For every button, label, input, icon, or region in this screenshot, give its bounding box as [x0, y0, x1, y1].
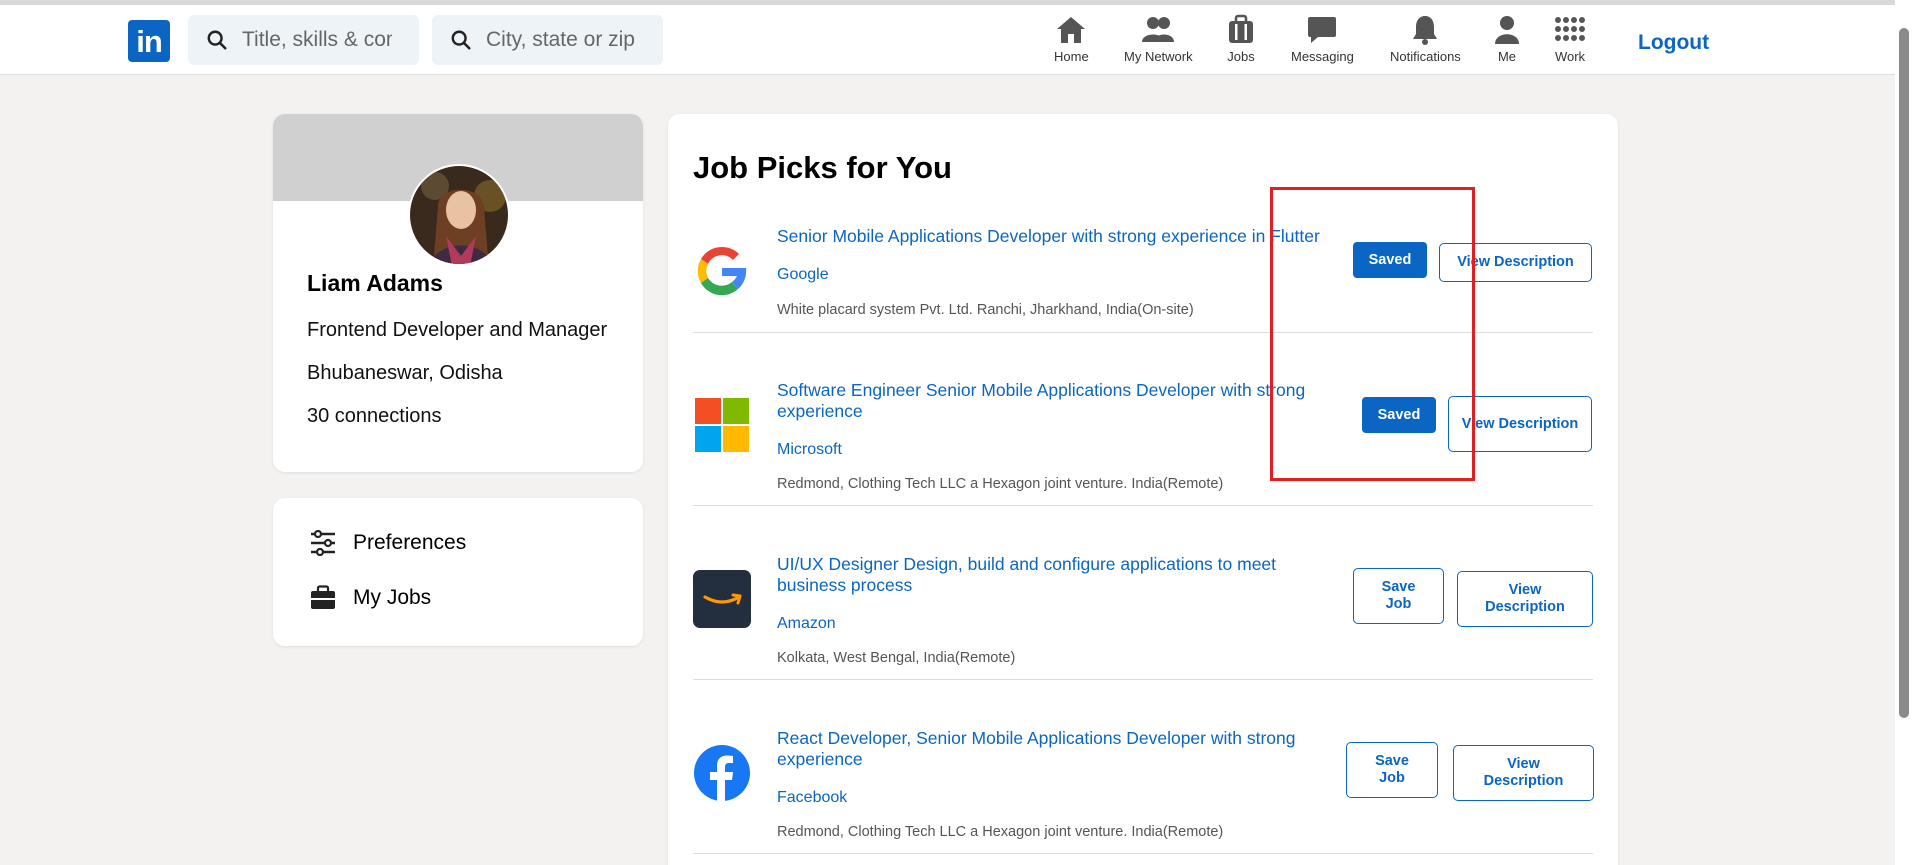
avatar[interactable]	[408, 164, 510, 266]
menu-item-preferences[interactable]: Preferences	[309, 530, 466, 556]
amazon-logo-icon[interactable]	[693, 570, 751, 628]
side-menu-card: Preferences My Jobs	[273, 498, 643, 646]
nav-work-label: Work	[1554, 49, 1586, 64]
job-title-link[interactable]: Software Engineer Senior Mobile Applicat…	[777, 380, 1337, 422]
microsoft-logo-icon[interactable]	[693, 396, 751, 454]
job-title-link[interactable]: UI/UX Designer Design, build and configu…	[777, 554, 1337, 596]
menu-item-preferences-label: Preferences	[353, 531, 467, 554]
nav-jobs-label: Jobs	[1227, 49, 1255, 64]
nav-me-label: Me	[1497, 49, 1517, 64]
location-search-input[interactable]	[486, 28, 636, 52]
nav-jobs[interactable]: Jobs	[1224, 14, 1258, 64]
nav-my-network[interactable]: My Network	[1124, 14, 1193, 64]
briefcase-icon	[1229, 14, 1253, 43]
title-search-input[interactable]	[242, 28, 392, 52]
bell-icon	[1413, 16, 1438, 45]
job-company-link[interactable]: Amazon	[777, 615, 836, 633]
nav-work[interactable]: Work	[1553, 14, 1587, 64]
facebook-logo-icon[interactable]	[693, 744, 751, 802]
profile-location: Bhubaneswar, Odisha	[307, 362, 503, 384]
person-icon	[1495, 16, 1519, 44]
menu-item-my-jobs[interactable]: My Jobs	[309, 585, 431, 611]
nav-messaging-label: Messaging	[1291, 49, 1354, 64]
view-description-button[interactable]: View Description	[1453, 745, 1594, 801]
nav-notifications[interactable]: Notifications	[1390, 14, 1461, 64]
job-item: Software Engineer Senior Mobile Applicat…	[693, 380, 1593, 506]
job-picks-heading: Job Picks for You	[693, 150, 952, 185]
job-location: Kolkata, West Bengal, India(Remote)	[777, 650, 1016, 666]
saved-button[interactable]: Saved	[1353, 242, 1427, 278]
job-location: Redmond, Clothing Tech LLC a Hexagon joi…	[777, 476, 1224, 492]
menu-item-my-jobs-label: My Jobs	[353, 586, 432, 609]
location-search-box[interactable]	[432, 15, 663, 65]
nav-home-label: Home	[1054, 49, 1089, 64]
profile-name[interactable]: Liam Adams	[307, 270, 443, 297]
linkedin-logo-icon[interactable]: in	[128, 20, 170, 62]
nav-home[interactable]: Home	[1054, 14, 1089, 64]
job-location: Redmond, Clothing Tech LLC a Hexagon joi…	[777, 824, 1224, 840]
profile-headline: Frontend Developer and Manager	[307, 319, 608, 341]
message-icon	[1308, 17, 1337, 43]
nav-notifications-label: Notifications	[1390, 49, 1461, 64]
search-icon	[207, 30, 227, 50]
view-description-button[interactable]: View Description	[1457, 571, 1593, 627]
job-company-link[interactable]: Google	[777, 266, 829, 284]
job-item: Senior Mobile Applications Developer wit…	[693, 226, 1593, 333]
search-icon	[451, 30, 471, 50]
scrollbar-thumb[interactable]	[1899, 28, 1909, 718]
job-title-link[interactable]: React Developer, Senior Mobile Applicati…	[777, 728, 1337, 770]
job-item: React Developer, Senior Mobile Applicati…	[693, 728, 1594, 854]
briefcase-icon	[311, 585, 335, 609]
home-icon	[1057, 17, 1086, 43]
job-picks-card: Job Picks for You Senior Mobile Applicat…	[668, 114, 1618, 865]
nav-me[interactable]: Me	[1490, 14, 1524, 64]
nav-my-network-label: My Network	[1124, 49, 1193, 64]
grid-icon	[1555, 17, 1585, 41]
job-company-link[interactable]: Facebook	[777, 789, 847, 807]
google-logo-icon[interactable]	[693, 242, 751, 300]
scrollbar[interactable]	[1895, 0, 1912, 865]
job-location: White placard system Pvt. Ltd. Ranchi, J…	[777, 302, 1194, 318]
job-title-link[interactable]: Senior Mobile Applications Developer wit…	[777, 226, 1337, 247]
view-description-button[interactable]: View Description	[1448, 396, 1592, 452]
nav-messaging[interactable]: Messaging	[1291, 14, 1354, 64]
title-search-box[interactable]	[188, 15, 419, 65]
save-job-button[interactable]: Save Job	[1353, 568, 1444, 624]
profile-connections[interactable]: 30 connections	[307, 405, 442, 428]
sliders-icon	[311, 530, 335, 556]
top-navigation-bar: in Home My Network Jobs Messaging Notifi…	[0, 0, 1895, 75]
profile-card: Liam Adams Frontend Developer and Manage…	[273, 114, 643, 472]
job-item: UI/UX Designer Design, build and configu…	[693, 554, 1593, 680]
view-description-button[interactable]: View Description	[1439, 243, 1592, 282]
job-company-link[interactable]: Microsoft	[777, 441, 842, 459]
save-job-button[interactable]: Save Job	[1346, 742, 1438, 798]
network-icon	[1142, 17, 1175, 42]
logout-link[interactable]: Logout	[1638, 31, 1709, 55]
saved-button[interactable]: Saved	[1362, 397, 1436, 433]
